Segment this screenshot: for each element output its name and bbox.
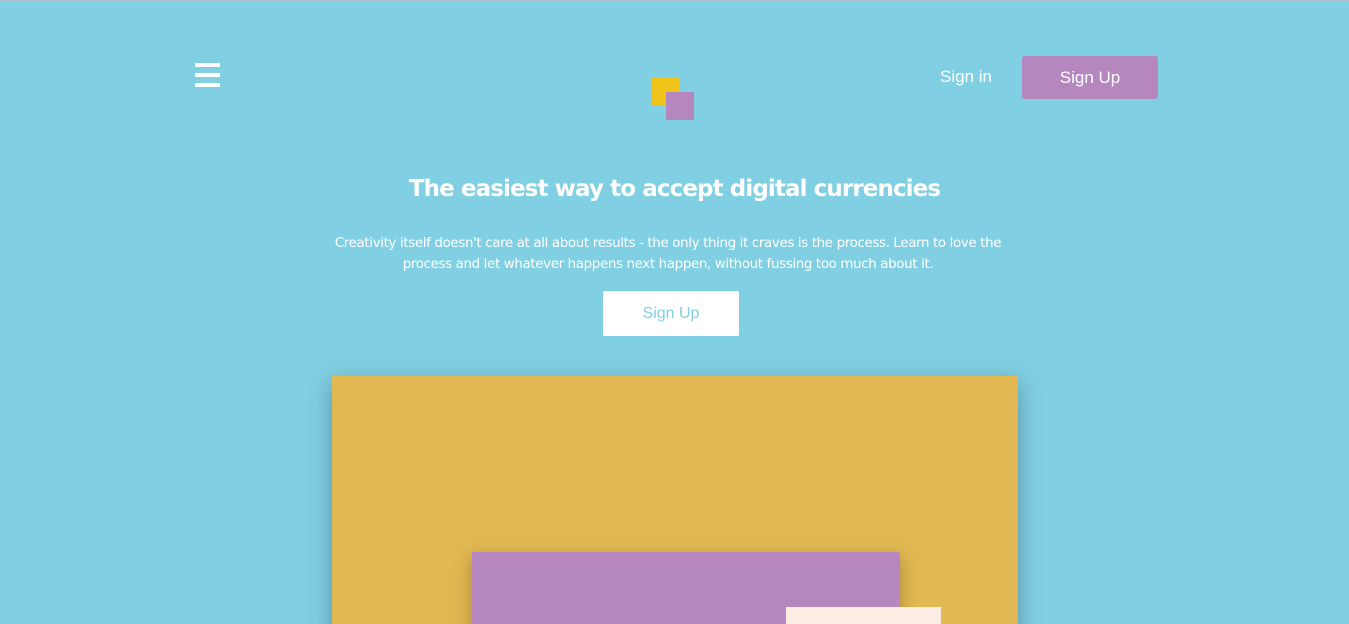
menu-bar [195, 73, 220, 77]
hamburger-menu-icon[interactable] [193, 63, 221, 89]
menu-bar [195, 83, 220, 87]
hero-illustration [332, 376, 1018, 624]
hero-sign-up-button[interactable]: Sign Up [603, 291, 739, 336]
sign-in-link[interactable]: Sign in [930, 67, 1002, 89]
overlapping-squares-logo-icon[interactable] [652, 77, 694, 120]
illustration-cream-panel [786, 607, 941, 624]
hero-description: Creativity itself doesn't care at all ab… [334, 236, 1002, 272]
menu-bar [195, 63, 220, 67]
logo-purple-square [666, 92, 694, 120]
hero-title: The easiest way to accept digital curren… [408, 176, 941, 202]
header-sign-up-button[interactable]: Sign Up [1022, 56, 1158, 99]
